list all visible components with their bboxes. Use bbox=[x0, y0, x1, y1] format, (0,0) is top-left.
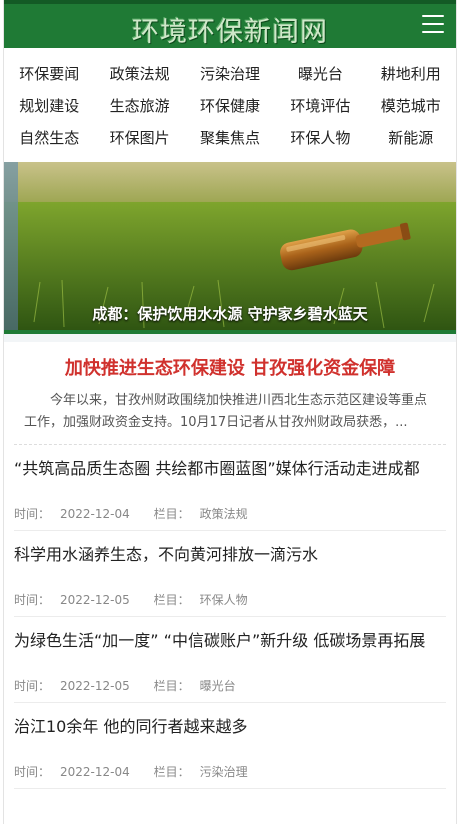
hero-banner[interactable]: 成都：保护饮用水水源 守护家乡碧水蓝天 bbox=[4, 162, 456, 334]
news-title[interactable]: 科学用水涵养生态，不向黄河排放一滴污水 bbox=[14, 543, 446, 589]
site-header: 环境环保新闻网 bbox=[4, 0, 456, 48]
nav-item-政策法规[interactable]: 政策法规 bbox=[94, 58, 184, 90]
site-logo[interactable]: 环境环保新闻网 bbox=[4, 10, 456, 49]
time-label: 时间： bbox=[14, 765, 51, 779]
category-nav: 环保要闻 政策法规 污染治理 曝光台 耕地利用 规划建设 生态旅游 环保健康 环… bbox=[4, 48, 456, 158]
featured-article-summary: 今年以来，甘孜州财政围绕加快推进川西北生态示范区建设等重点工作，加强财政资金支持… bbox=[24, 393, 428, 430]
column-label: 栏目： bbox=[153, 593, 190, 607]
time-label: 时间： bbox=[14, 507, 51, 521]
list-item[interactable]: 治江10余年 他的同行者越来越多 时间： 2022-12-04 栏目： 污染治理 bbox=[14, 703, 446, 789]
news-date: 2022-12-05 bbox=[60, 679, 130, 693]
news-title[interactable]: 治江10余年 他的同行者越来越多 bbox=[14, 715, 446, 761]
page: 环境环保新闻网 环保要闻 政策法规 污染治理 曝光台 耕地利用 规划建设 生态旅… bbox=[3, 0, 457, 824]
hamburger-menu-icon[interactable] bbox=[422, 15, 444, 35]
nav-item-生态旅游[interactable]: 生态旅游 bbox=[94, 90, 184, 122]
news-column: 污染治理 bbox=[199, 765, 248, 779]
news-meta: 时间： 2022-12-05 栏目： 曝光台 bbox=[14, 677, 446, 694]
nav-item-耕地利用[interactable]: 耕地利用 bbox=[366, 58, 456, 90]
list-item[interactable]: 科学用水涵养生态，不向黄河排放一滴污水 时间： 2022-12-05 栏目： 环保人… bbox=[14, 531, 446, 617]
news-meta: 时间： 2022-12-04 栏目： 政策法规 bbox=[14, 505, 446, 522]
list-item[interactable]: 为绿色生活“加一度” “中信碳账户”新升级 低碳场景再拓展 时间： 2022-12… bbox=[14, 617, 446, 703]
nav-item-环保人物[interactable]: 环保人物 bbox=[275, 122, 365, 154]
news-meta: 时间： 2022-12-04 栏目： 污染治理 bbox=[14, 763, 446, 780]
hero-caption[interactable]: 成都：保护饮用水水源 守护家乡碧水蓝天 bbox=[4, 303, 456, 324]
news-column: 曝光台 bbox=[199, 679, 236, 693]
news-meta: 时间： 2022-12-05 栏目： 环保人物 bbox=[14, 591, 446, 608]
nav-item-环保要闻[interactable]: 环保要闻 bbox=[4, 58, 94, 90]
news-list: “共筑高品质生态圈 共绘都市圈蓝图”媒体行活动走进成都 时间： 2022-12-0… bbox=[14, 445, 446, 789]
nav-item-曝光台[interactable]: 曝光台 bbox=[275, 58, 365, 90]
section-divider bbox=[4, 334, 456, 342]
news-date: 2022-12-04 bbox=[60, 765, 130, 779]
featured-article[interactable]: 加快推进生态环保建设 甘孜强化资金保障 今年以来，甘孜州财政围绕加快推进川西北生… bbox=[14, 342, 446, 445]
news-title[interactable]: 为绿色生活“加一度” “中信碳账户”新升级 低碳场景再拓展 bbox=[14, 629, 446, 675]
news-column: 政策法规 bbox=[199, 507, 248, 521]
nav-item-规划建设[interactable]: 规划建设 bbox=[4, 90, 94, 122]
featured-article-title[interactable]: 加快推进生态环保建设 甘孜强化资金保障 bbox=[24, 356, 436, 382]
news-title[interactable]: “共筑高品质生态圈 共绘都市圈蓝图”媒体行活动走进成都 bbox=[14, 457, 446, 503]
news-date: 2022-12-05 bbox=[60, 593, 130, 607]
nav-item-环保图片[interactable]: 环保图片 bbox=[94, 122, 184, 154]
column-label: 栏目： bbox=[153, 765, 190, 779]
nav-item-自然生态[interactable]: 自然生态 bbox=[4, 122, 94, 154]
news-column: 环保人物 bbox=[199, 593, 248, 607]
time-label: 时间： bbox=[14, 679, 51, 693]
nav-item-模范城市[interactable]: 模范城市 bbox=[366, 90, 456, 122]
column-label: 栏目： bbox=[153, 679, 190, 693]
column-label: 栏目： bbox=[153, 507, 190, 521]
nav-item-环境评估[interactable]: 环境评估 bbox=[275, 90, 365, 122]
list-item[interactable]: “共筑高品质生态圈 共绘都市圈蓝图”媒体行活动走进成都 时间： 2022-12-0… bbox=[14, 445, 446, 531]
nav-item-新能源[interactable]: 新能源 bbox=[366, 122, 456, 154]
time-label: 时间： bbox=[14, 593, 51, 607]
nav-item-污染治理[interactable]: 污染治理 bbox=[185, 58, 275, 90]
nav-item-环保健康[interactable]: 环保健康 bbox=[185, 90, 275, 122]
nav-item-聚集焦点[interactable]: 聚集焦点 bbox=[185, 122, 275, 154]
news-date: 2022-12-04 bbox=[60, 507, 130, 521]
